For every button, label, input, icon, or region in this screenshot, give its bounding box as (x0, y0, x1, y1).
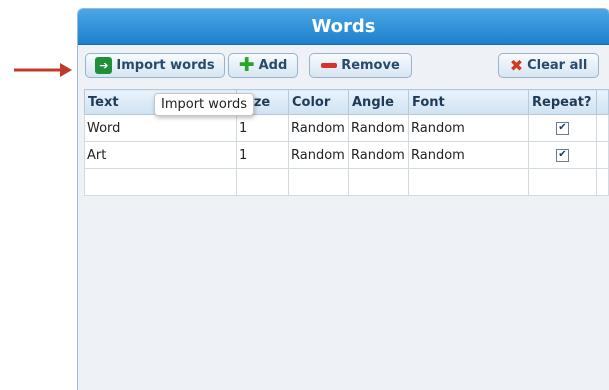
cell-font[interactable]: Random (408, 141, 529, 169)
cell-text[interactable] (84, 168, 237, 196)
checkmark-icon: ✔ (558, 149, 567, 160)
column-header-color[interactable]: Color (288, 89, 349, 115)
column-header-repeat[interactable]: Repeat? (528, 89, 597, 115)
cell-repeat[interactable]: ✔ (528, 141, 597, 169)
add-label: Add (258, 58, 288, 73)
cell-angle[interactable] (348, 168, 409, 196)
cell-text[interactable]: Art (84, 141, 237, 169)
cell-font[interactable] (408, 168, 529, 196)
cell-font[interactable]: Random (408, 114, 529, 142)
cell-color[interactable] (288, 168, 349, 196)
cell-color[interactable]: Random (288, 141, 349, 169)
clear-all-label: Clear all (527, 58, 588, 73)
cell-size[interactable]: 1 (236, 141, 289, 169)
column-header-filler (596, 89, 609, 115)
column-header-font[interactable]: Font (408, 89, 529, 115)
column-header-angle[interactable]: Angle (348, 89, 409, 115)
words-panel: Words ➔ Import words ✚ Add Remove ✖ Clea… (77, 8, 609, 390)
toolbar: ➔ Import words ✚ Add Remove ✖ Clear all (78, 45, 609, 87)
table-row[interactable]: Word 1 Random Random Random ✔ (84, 114, 609, 142)
panel-title: Words (78, 9, 609, 45)
table-row[interactable]: Art 1 Random Random Random ✔ (84, 141, 609, 169)
cell-repeat[interactable]: ✔ (528, 114, 597, 142)
x-icon: ✖ (509, 56, 524, 75)
import-words-label: Import words (116, 58, 215, 73)
cell-size[interactable] (236, 168, 289, 196)
repeat-checkbox[interactable]: ✔ (556, 121, 569, 135)
cell-filler (596, 168, 609, 196)
cell-size[interactable]: 1 (236, 114, 289, 142)
cell-angle[interactable]: Random (348, 141, 409, 169)
repeat-checkbox[interactable]: ✔ (556, 148, 569, 162)
minus-icon (321, 63, 338, 68)
cell-color[interactable]: Random (288, 114, 349, 142)
remove-button[interactable]: Remove (309, 53, 412, 78)
remove-label: Remove (341, 58, 400, 73)
import-words-button[interactable]: ➔ Import words (85, 53, 225, 78)
add-button[interactable]: ✚ Add (228, 53, 298, 78)
checkmark-icon: ✔ (558, 122, 567, 133)
cell-filler (596, 114, 609, 142)
table-row-empty[interactable] (84, 168, 609, 196)
red-arrow-icon (14, 63, 72, 77)
plus-icon: ✚ (238, 54, 255, 76)
import-words-tooltip: Import words (154, 93, 255, 116)
import-icon: ➔ (95, 57, 113, 74)
cell-filler (596, 141, 609, 169)
clear-all-button[interactable]: ✖ Clear all (498, 53, 599, 78)
cell-angle[interactable]: Random (348, 114, 409, 142)
cell-repeat[interactable] (528, 168, 597, 196)
cell-text[interactable]: Word (84, 114, 237, 142)
